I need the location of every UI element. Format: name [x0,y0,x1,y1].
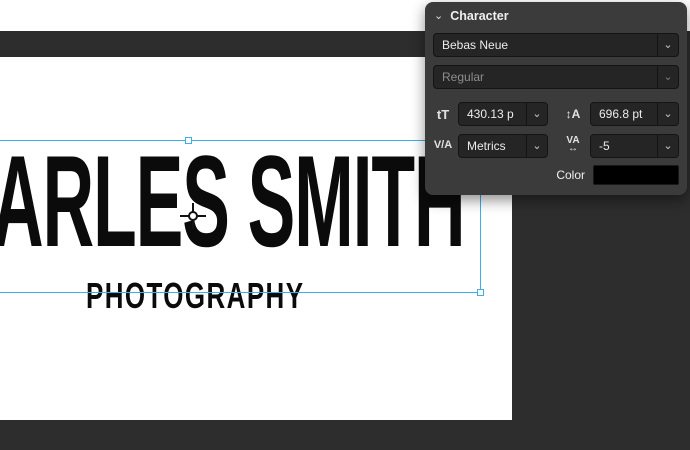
selection-edge-bottom[interactable] [0,292,481,293]
tracking-icon-arrow: ↔ [568,144,578,154]
font-style-select[interactable]: Regular ⌄ [433,65,679,89]
chevron-down-icon[interactable]: ⌄ [657,135,678,157]
font-size-field[interactable]: 430.13 p ⌄ [458,102,548,126]
character-panel: ⌄ Character Bebas Neue ⌄ Regular ⌄ tT 43… [425,2,687,195]
character-panel-header: ⌄ Character [434,9,509,23]
panel-title: Character [450,9,508,23]
leading-field[interactable]: 696.8 pt ⌄ [590,102,679,126]
selection-handle-top[interactable] [185,137,192,144]
font-family-value: Bebas Neue [434,38,657,52]
font-family-select[interactable]: Bebas Neue ⌄ [433,33,679,57]
kerning-value: Metrics [459,139,526,153]
chevron-down-icon[interactable]: ⌄ [526,103,547,125]
color-swatch[interactable] [593,165,679,185]
chevron-down-icon[interactable]: ⌄ [657,103,678,125]
tracking-icon: VA ↔ [561,136,585,154]
canvas-text-subheadline[interactable]: PHOTOGRAPHY [86,278,304,314]
app-window: ARLES SMITH PHOTOGRAPHY ⌄ Character Beba… [0,0,690,450]
kerning-icon: V/A [431,140,455,151]
selection-handle-bottom-right[interactable] [477,289,484,296]
chevron-down-icon[interactable]: ⌄ [526,135,547,157]
tracking-field[interactable]: -5 ⌄ [590,134,679,158]
tracking-value: -5 [591,139,657,153]
canvas-text-headline[interactable]: ARLES SMITH [0,136,465,266]
font-size-icon: tT [431,108,455,121]
chevron-down-icon[interactable]: ⌄ [657,66,678,88]
font-size-value: 430.13 p [459,107,526,121]
chevron-down-icon[interactable]: ⌄ [657,34,678,56]
leading-value: 696.8 pt [591,107,657,121]
font-style-value: Regular [434,70,657,84]
color-label: Color [511,168,585,182]
collapse-chevron-icon[interactable]: ⌄ [434,11,443,22]
selection-edge-top[interactable] [0,140,481,141]
kerning-field[interactable]: Metrics ⌄ [458,134,548,158]
precision-cursor-icon [180,203,206,234]
leading-icon: ↕A [561,108,585,120]
